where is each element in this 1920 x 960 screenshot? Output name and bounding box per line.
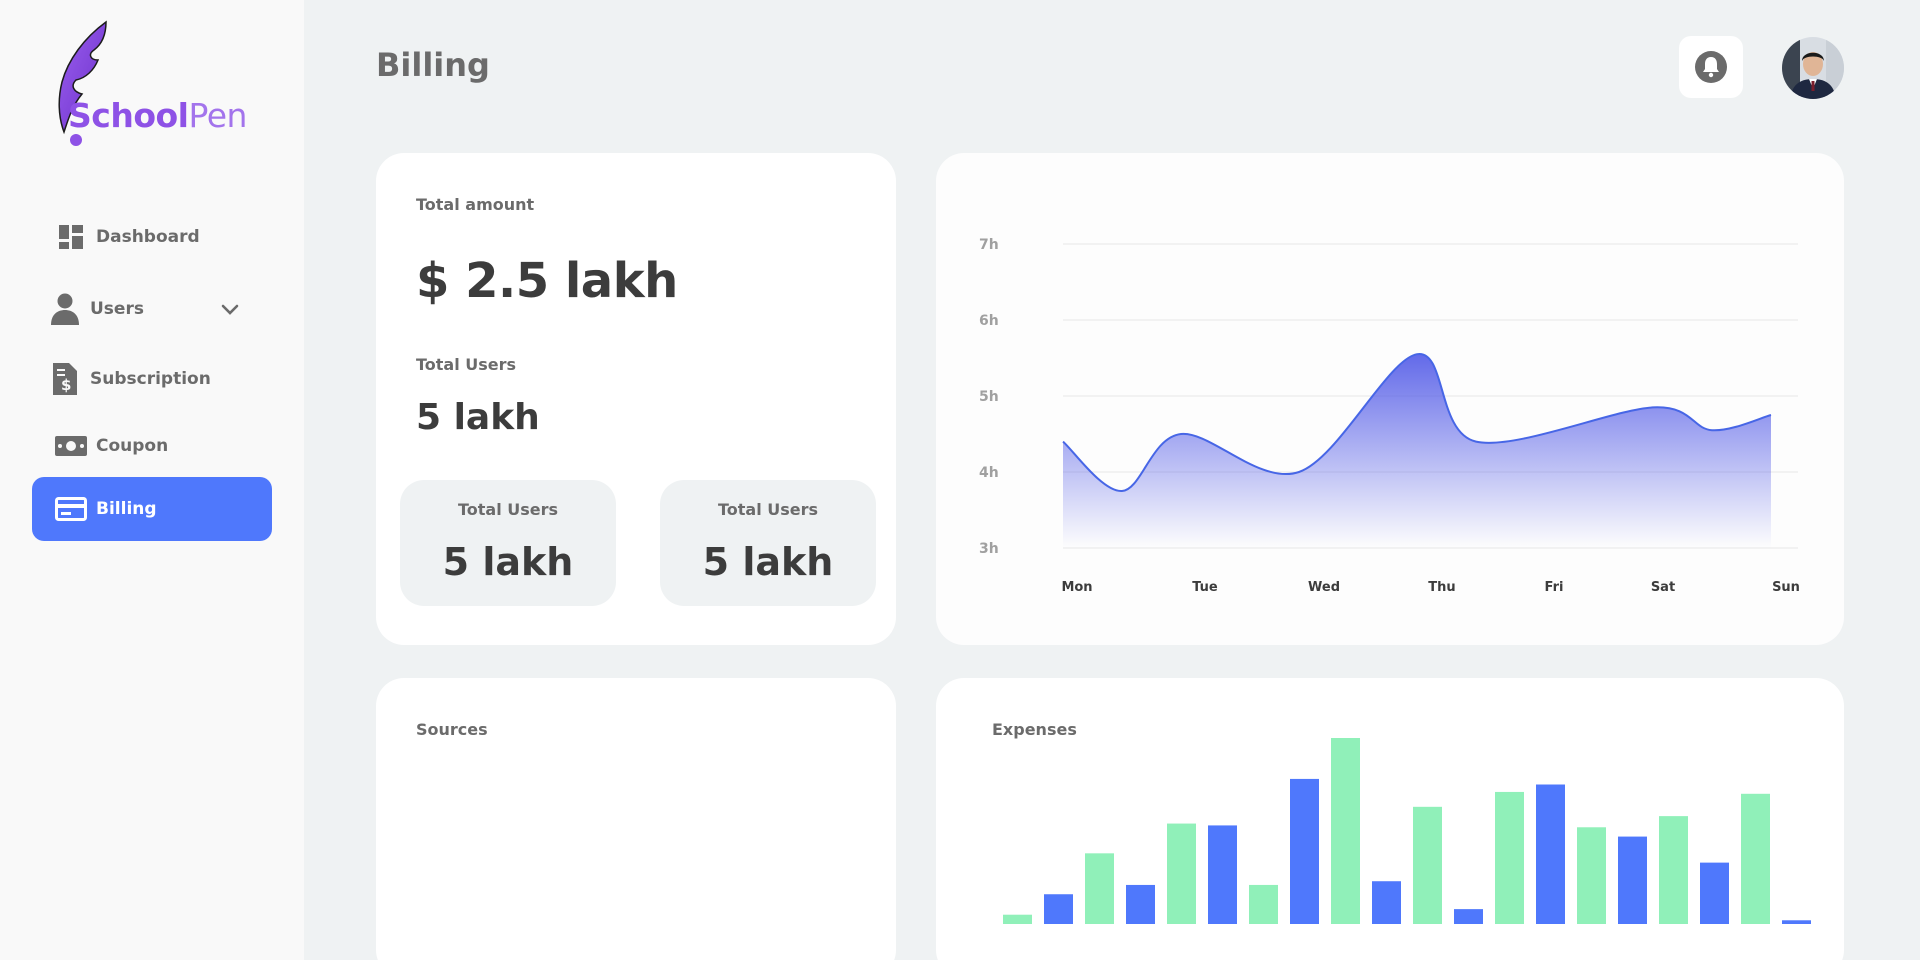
expense-bar: [1331, 738, 1360, 924]
expense-bar: [1454, 909, 1483, 924]
chevron-down-icon[interactable]: [220, 299, 240, 319]
svg-text:$: $: [61, 376, 71, 394]
expense-bar: [1126, 884, 1155, 924]
total-amount-value: $ 2.5 lakh: [416, 253, 678, 309]
sidebar-item-label: Dashboard: [96, 227, 200, 247]
x-tick-label: Wed: [1308, 580, 1340, 595]
brand-name-light: Pen: [188, 96, 247, 135]
expense-bar: [1700, 862, 1729, 924]
mini-stat-card: Total Users 5 lakh: [400, 480, 616, 606]
mini-stat-value: 5 lakh: [442, 540, 574, 584]
dashboard-icon: [54, 220, 88, 254]
expense-bar: [1208, 825, 1237, 924]
sources-card: Sources: [376, 678, 896, 960]
mini-stat-value: 5 lakh: [702, 540, 834, 584]
expense-bar: [1741, 793, 1770, 924]
expense-bar: [1536, 784, 1565, 924]
notification-button[interactable]: [1679, 36, 1743, 98]
sidebar-item-label: Users: [90, 299, 144, 319]
expense-bar: [1413, 806, 1442, 924]
expense-bar: [1618, 836, 1647, 924]
bell-icon: [1695, 51, 1727, 83]
x-tick-label: Fri: [1545, 580, 1564, 595]
expense-bar: [1372, 881, 1401, 924]
area-fill: [1063, 353, 1771, 548]
avatar[interactable]: [1782, 37, 1844, 99]
sidebar-item-label: Billing: [96, 499, 157, 519]
expenses-card: Expenses: [936, 678, 1844, 960]
weekly-hours-area-chart: 3h 4h 5h 6h 7h Mon Tue Wed Thu Fri Sat Sun: [979, 237, 1800, 595]
expense-bar: [1577, 827, 1606, 924]
expense-bar: [1249, 884, 1278, 924]
sidebar-item-label: Coupon: [96, 436, 169, 456]
expense-bar: [1659, 816, 1688, 924]
x-tick-label: Mon: [1061, 580, 1092, 595]
x-tick-label: Sun: [1772, 580, 1800, 595]
page-title: Billing: [376, 46, 490, 84]
sidebar-item-users[interactable]: Users: [26, 277, 266, 341]
x-tick-label: Tue: [1192, 580, 1218, 595]
mini-stat-card: Total Users 5 lakh: [660, 480, 876, 606]
total-users-value: 5 lakh: [416, 397, 540, 438]
expense-bar: [1290, 778, 1319, 924]
user-avatar-photo: [1782, 37, 1844, 99]
x-tick-label: Thu: [1428, 580, 1455, 595]
y-tick-label: 5h: [979, 389, 999, 405]
expense-bar: [1003, 914, 1032, 924]
sidebar-item-label: Subscription: [90, 369, 211, 389]
expense-bar: [1782, 920, 1811, 924]
stats-card: Total amount $ 2.5 lakh Total Users 5 la…: [376, 153, 896, 645]
mini-stat-label: Total Users: [717, 500, 819, 519]
weekly-hours-card: 3h 4h 5h 6h 7h Mon Tue Wed Thu Fri Sat Sun: [936, 153, 1844, 645]
y-tick-label: 4h: [979, 465, 999, 481]
expense-bar: [1167, 823, 1196, 924]
y-tick-label: 7h: [979, 237, 999, 253]
total-amount-label: Total amount: [416, 195, 535, 214]
brand-name[interactable]: SchoolPen: [68, 96, 247, 135]
sidebar-item-coupon[interactable]: Coupon: [32, 414, 272, 478]
x-tick-label: Sat: [1651, 580, 1675, 595]
invoice-icon: $: [48, 362, 82, 396]
sources-title: Sources: [416, 720, 488, 739]
user-icon: [48, 292, 82, 326]
expenses-bar-chart: [1003, 738, 1811, 924]
sidebar-item-subscription[interactable]: $ Subscription: [26, 347, 266, 411]
brand-name-bold: School: [68, 96, 189, 135]
sidebar: SchoolPen Dashboard Users $ Subscription…: [0, 0, 304, 960]
mini-stat-label: Total Users: [457, 500, 559, 519]
y-tick-label: 3h: [979, 541, 999, 557]
credit-card-icon: [54, 492, 88, 526]
total-users-label: Total Users: [416, 355, 517, 374]
sidebar-item-dashboard[interactable]: Dashboard: [32, 205, 272, 269]
sidebar-item-billing[interactable]: Billing: [32, 477, 272, 541]
expense-bar: [1085, 853, 1114, 924]
banknote-icon: [54, 429, 88, 463]
y-tick-label: 6h: [979, 313, 999, 329]
expense-bar: [1495, 791, 1524, 924]
expense-bar: [1044, 894, 1073, 924]
